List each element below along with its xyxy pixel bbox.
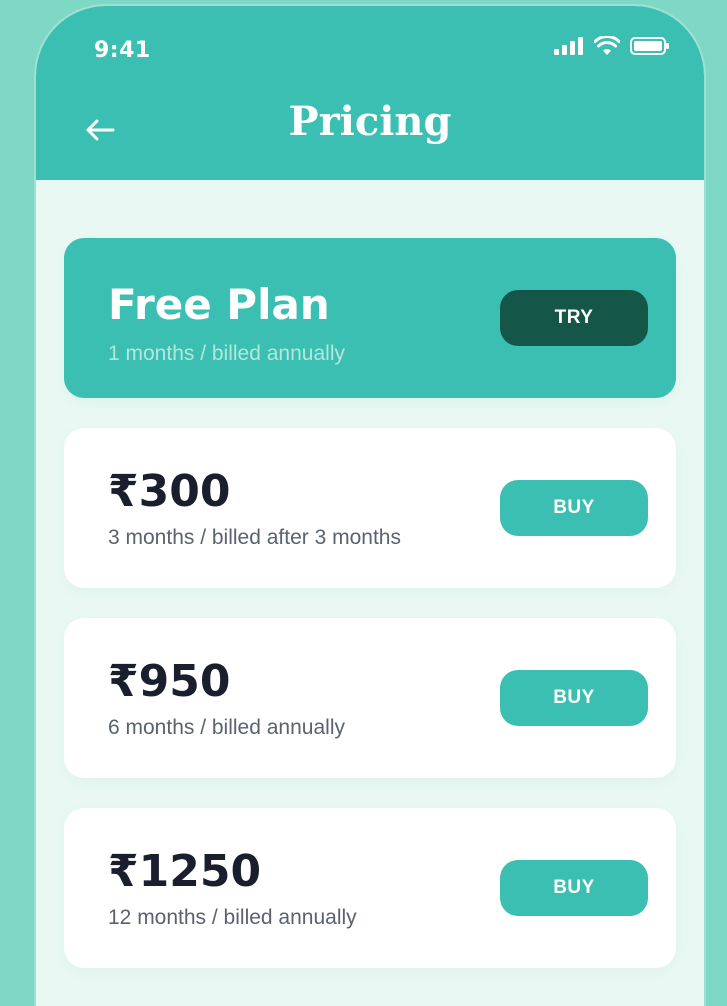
plan-card-300: ₹300 3 months / billed after 3 months BU… bbox=[64, 428, 676, 588]
plan-billing: 6 months / billed annually bbox=[108, 716, 345, 739]
plan-price: ₹1250 bbox=[108, 846, 262, 897]
battery-icon bbox=[630, 37, 669, 55]
try-button[interactable]: TRY bbox=[500, 290, 648, 346]
plan-billing: 1 months / billed annually bbox=[108, 342, 345, 365]
plan-card-950: ₹950 6 months / billed annually BUY bbox=[64, 618, 676, 778]
plan-title: Free Plan bbox=[108, 280, 330, 329]
buy-button[interactable]: BUY bbox=[500, 670, 648, 726]
plan-billing: 3 months / billed after 3 months bbox=[108, 526, 401, 549]
plan-price: ₹300 bbox=[108, 466, 231, 517]
plan-list: Free Plan 1 months / billed annually TRY… bbox=[64, 238, 676, 998]
plan-billing: 12 months / billed annually bbox=[108, 906, 357, 929]
status-icons bbox=[554, 36, 670, 56]
plan-card-free: Free Plan 1 months / billed annually TRY bbox=[64, 238, 676, 398]
plan-card-1250: ₹1250 12 months / billed annually BUY bbox=[64, 808, 676, 968]
app-header: 9:41 Pricing bbox=[36, 6, 704, 180]
buy-button[interactable]: BUY bbox=[500, 860, 648, 916]
wifi-icon bbox=[594, 36, 620, 55]
plan-price: ₹950 bbox=[108, 656, 231, 707]
status-time: 9:41 bbox=[94, 38, 151, 63]
signal-icon bbox=[554, 37, 583, 55]
page-title: Pricing bbox=[288, 98, 452, 145]
phone-frame: 9:41 Pricing Free Plan 1 months / billed… bbox=[36, 6, 704, 1006]
buy-button[interactable]: BUY bbox=[500, 480, 648, 536]
